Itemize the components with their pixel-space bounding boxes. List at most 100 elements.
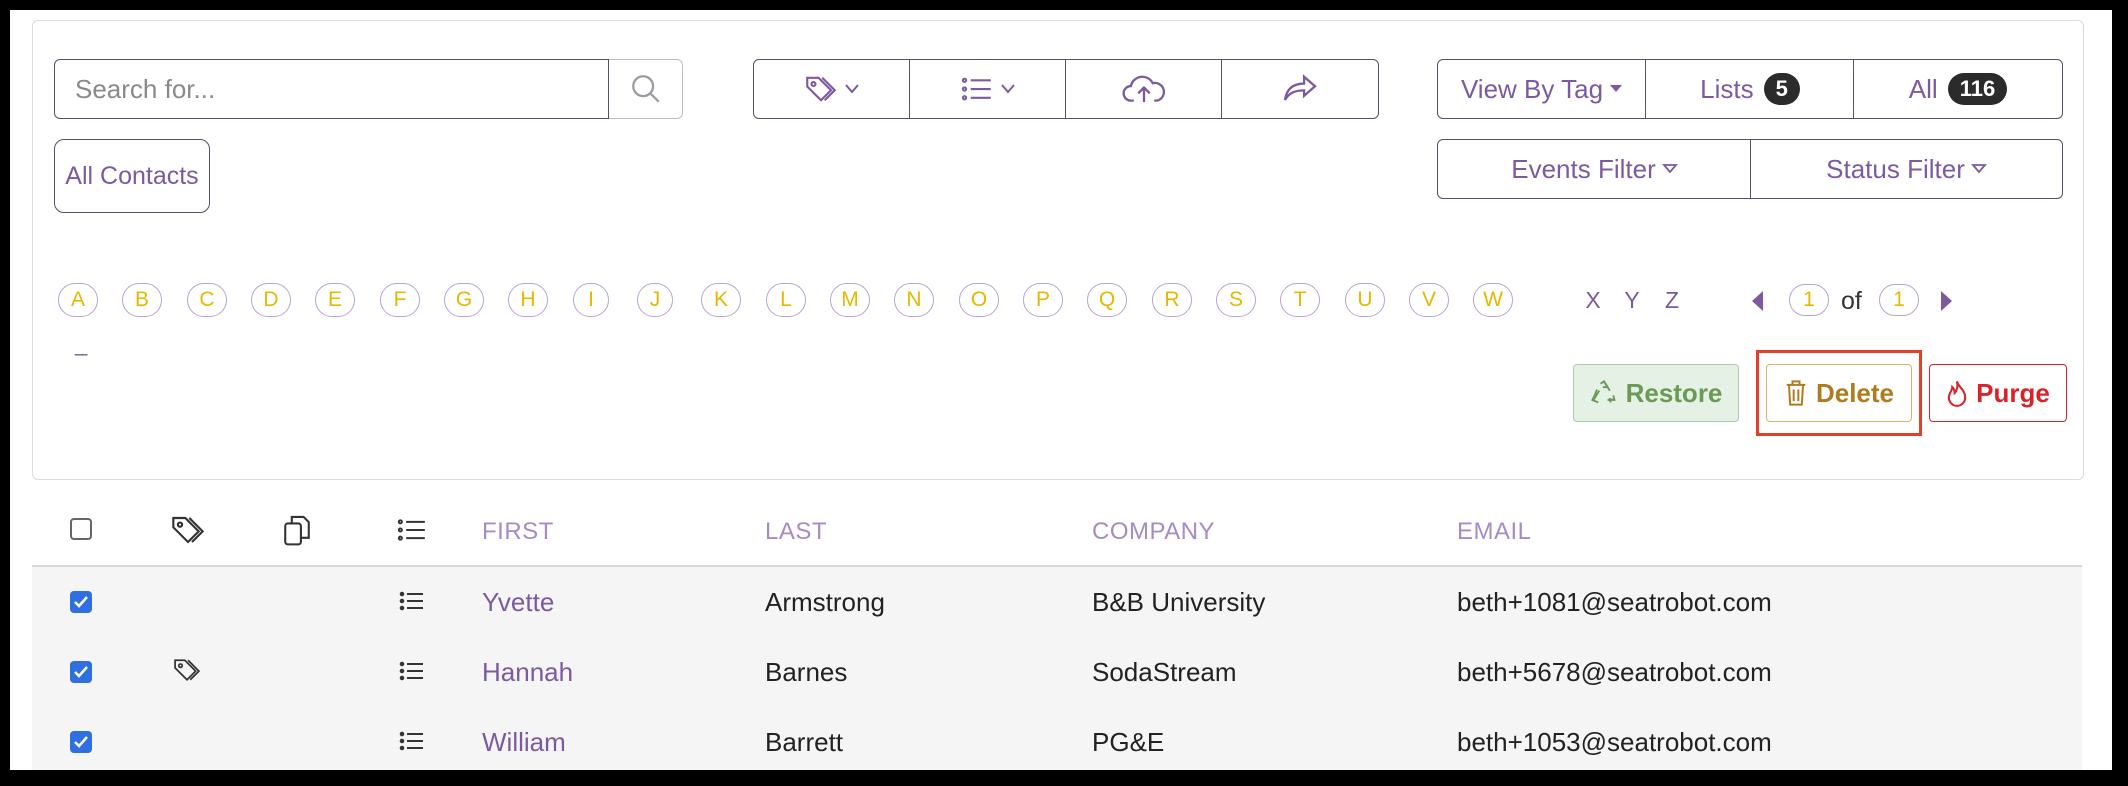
view-by-tag-label: View By Tag bbox=[1460, 73, 1604, 104]
alphabet-letter-p[interactable]: P bbox=[1023, 283, 1063, 317]
cell-last: Armstrong bbox=[765, 587, 885, 617]
alphabet-letter-v[interactable]: V bbox=[1409, 283, 1449, 317]
alphabet-letter-g[interactable]: G bbox=[444, 283, 484, 317]
tag-dropdown-button[interactable] bbox=[753, 59, 911, 119]
cell-first[interactable]: Hannah bbox=[482, 657, 573, 688]
page-of-label: of bbox=[1841, 287, 1862, 315]
flame-icon bbox=[1947, 381, 1967, 407]
total-pages: 1 bbox=[1879, 284, 1919, 316]
table-row[interactable]: Hannah Barnes SodaStream beth+5678@seatrobo… bbox=[32, 637, 2082, 708]
restore-label: Restore bbox=[1625, 377, 1723, 408]
search-icon bbox=[631, 75, 660, 103]
share-button[interactable] bbox=[1221, 59, 1379, 119]
cell-email: beth+5678@seatrobot.com bbox=[1457, 657, 1772, 687]
current-page[interactable]: 1 bbox=[1789, 284, 1829, 316]
alphabet-letter-k[interactable]: K bbox=[701, 283, 741, 317]
cell-first[interactable]: Yvette bbox=[482, 587, 554, 618]
alphabet-letter-l[interactable]: L bbox=[766, 283, 806, 317]
alphabet-letter-n[interactable]: N bbox=[894, 283, 934, 317]
table-row[interactable]: William Barrett PG&E beth+1053@seatrobot.co… bbox=[32, 707, 2082, 770]
alphabet-letter-b[interactable]: B bbox=[122, 283, 162, 317]
cell-company: SodaStream bbox=[1092, 657, 1237, 687]
copy-column-icon[interactable] bbox=[282, 513, 312, 547]
check-icon bbox=[74, 596, 88, 608]
cell-last: Barnes bbox=[765, 657, 848, 687]
all-button[interactable]: All 116 bbox=[1853, 59, 2063, 119]
select-all-checkbox[interactable] bbox=[70, 518, 92, 540]
list-column-icon[interactable] bbox=[396, 516, 428, 544]
tag-column-icon[interactable] bbox=[170, 514, 206, 546]
alphabet-letter-h[interactable]: H bbox=[508, 283, 548, 317]
alphabet-letter-u[interactable]: U bbox=[1345, 283, 1385, 317]
check-icon bbox=[74, 666, 88, 678]
column-header-email[interactable]: EMAIL bbox=[1457, 518, 1532, 546]
alphabet-letter-x[interactable]: X bbox=[1578, 283, 1608, 317]
alphabet-letter-d[interactable]: D bbox=[251, 283, 291, 317]
alphabet-letter-y[interactable]: Y bbox=[1617, 283, 1647, 317]
list-icon[interactable] bbox=[398, 659, 426, 688]
alphabet-letter-j[interactable]: J bbox=[637, 283, 673, 317]
events-filter-label: Events Filter bbox=[1511, 153, 1656, 184]
lists-count-badge: 5 bbox=[1763, 73, 1800, 105]
delete-label: Delete bbox=[1815, 377, 1895, 408]
prev-page-icon[interactable] bbox=[1749, 289, 1767, 313]
app-frame: View By Tag Lists 5 All 116 Events Filte… bbox=[10, 10, 2112, 770]
purge-label: Purge bbox=[1976, 377, 2050, 408]
recycle-icon bbox=[1590, 380, 1616, 404]
alphabet-letter-a[interactable]: A bbox=[58, 283, 98, 317]
alphabet-letter-q[interactable]: Q bbox=[1087, 283, 1127, 317]
all-label: All bbox=[1908, 73, 1938, 104]
all-contacts-label: All Contacts bbox=[65, 161, 199, 190]
alphabet-letter-e[interactable]: E bbox=[315, 283, 355, 317]
row-checkbox[interactable] bbox=[70, 661, 92, 683]
row-checkbox[interactable] bbox=[70, 731, 92, 753]
alphabet-letter-c[interactable]: C bbox=[187, 283, 227, 317]
caret-down-icon bbox=[1970, 164, 1987, 174]
lists-button[interactable]: Lists 5 bbox=[1645, 59, 1855, 119]
list-dropdown-button[interactable] bbox=[909, 59, 1067, 119]
restore-button[interactable]: Restore bbox=[1573, 364, 1739, 422]
all-count-badge: 116 bbox=[1947, 73, 2008, 105]
row-checkbox[interactable] bbox=[70, 591, 92, 613]
search-button[interactable] bbox=[609, 59, 683, 119]
view-by-tag-button[interactable]: View By Tag bbox=[1437, 59, 1647, 119]
alphabet-letter-z[interactable]: Z bbox=[1657, 283, 1687, 317]
alphabet-letter-s[interactable]: S bbox=[1216, 283, 1256, 317]
delete-button[interactable]: Delete bbox=[1766, 364, 1912, 422]
status-filter-label: Status Filter bbox=[1826, 153, 1965, 184]
cell-email: beth+1053@seatrobot.com bbox=[1457, 727, 1772, 757]
column-header-first[interactable]: FIRST bbox=[482, 518, 554, 546]
alphabet-letter-m[interactable]: M bbox=[830, 283, 870, 317]
cloud-upload-icon bbox=[1122, 75, 1166, 103]
list-icon bbox=[961, 77, 991, 101]
upload-button[interactable] bbox=[1065, 59, 1223, 119]
alphabet-letter-o[interactable]: O bbox=[959, 283, 999, 317]
lists-label: Lists bbox=[1700, 73, 1754, 104]
all-contacts-button[interactable]: All Contacts bbox=[54, 139, 210, 213]
cell-company: PG&E bbox=[1092, 727, 1165, 757]
caret-down-icon bbox=[1661, 164, 1678, 174]
alphabet-extra: _ bbox=[75, 331, 88, 356]
search-input[interactable] bbox=[54, 59, 609, 119]
purge-button[interactable]: Purge bbox=[1929, 364, 2067, 422]
status-filter-button[interactable]: Status Filter bbox=[1750, 139, 2063, 199]
alphabet-letter-f[interactable]: F bbox=[380, 283, 420, 317]
alphabet-letter-i[interactable]: I bbox=[573, 283, 609, 317]
caret-down-icon bbox=[1001, 84, 1015, 94]
list-icon[interactable] bbox=[398, 729, 426, 758]
share-icon bbox=[1283, 74, 1317, 101]
next-page-icon[interactable] bbox=[1937, 289, 1955, 313]
cell-first[interactable]: William bbox=[482, 727, 566, 758]
table-row[interactable]: Yvette Armstrong B&B University beth+1081@s… bbox=[32, 567, 2082, 638]
alphabet-letter-t[interactable]: T bbox=[1280, 283, 1320, 317]
alphabet-letter-w[interactable]: W bbox=[1473, 283, 1513, 317]
cell-last: Barrett bbox=[765, 727, 844, 757]
column-header-company[interactable]: COMPANY bbox=[1092, 518, 1215, 546]
list-icon[interactable] bbox=[398, 589, 426, 618]
column-header-last[interactable]: LAST bbox=[765, 518, 827, 546]
events-filter-button[interactable]: Events Filter bbox=[1437, 139, 1752, 199]
trash-icon bbox=[1786, 380, 1806, 406]
caret-down-icon bbox=[1610, 85, 1623, 92]
tag-icon[interactable] bbox=[172, 657, 202, 688]
alphabet-letter-r[interactable]: R bbox=[1152, 283, 1192, 317]
